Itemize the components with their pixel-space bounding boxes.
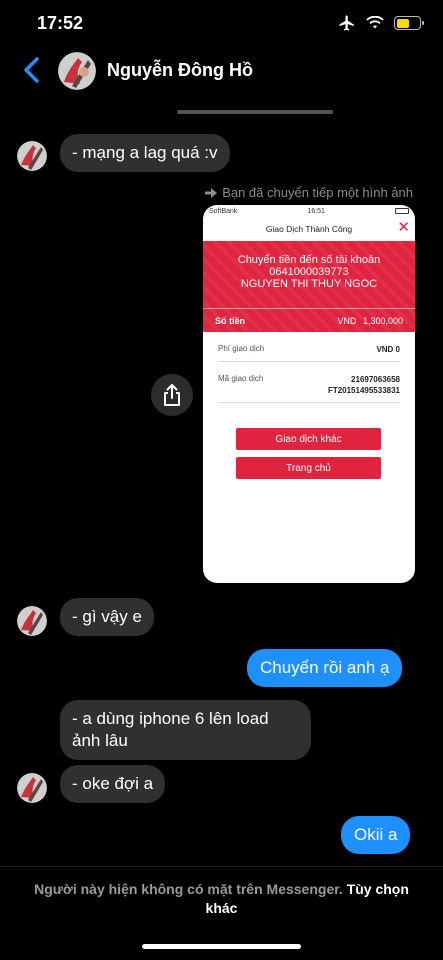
status-time: 17:52	[37, 13, 84, 33]
chat-header: Nguyễn Đông Hồ	[0, 48, 443, 94]
contact-avatar[interactable]	[58, 52, 96, 90]
status-icons	[338, 14, 424, 32]
close-icon: ✕	[397, 219, 410, 236]
transaction-code-row: Mã giao dịch 21697063658 FT2015149553383…	[218, 362, 400, 403]
message-bubble-outgoing[interactable]: Okii a	[341, 816, 411, 854]
message-bubble[interactable]: - mạng a lag quá :v	[60, 134, 230, 172]
image-title: Giao Dịch Thành Công	[265, 224, 353, 234]
image-status-carrier: SoftBank	[209, 207, 238, 215]
avatar[interactable]	[17, 141, 47, 171]
transfer-account: 0641000039773	[269, 266, 349, 278]
transaction-code-label: Mã giao dịch	[218, 374, 264, 383]
home-button: Trang chủ	[236, 457, 381, 479]
contact-name[interactable]: Nguyễn Đông Hồ	[107, 60, 253, 81]
forward-note-text: Bạn đã chuyển tiếp một hình ảnh	[222, 185, 413, 200]
amount-row: Số tiền VND 1,300,000	[203, 308, 415, 332]
share-icon	[164, 384, 180, 406]
fee-value: VND 0	[376, 345, 400, 354]
forward-note: Bạn đã chuyển tiếp một hình ảnh	[205, 185, 413, 200]
amount-value: 1,300,000	[362, 315, 403, 326]
transaction-code-2: FT20151495533831	[327, 386, 400, 395]
message-bubble[interactable]: - gì vậy e	[60, 598, 154, 636]
avatar[interactable]	[17, 773, 47, 803]
back-button[interactable]	[20, 56, 44, 84]
transfer-recipient: NGUYEN THI THUY NGOC	[240, 278, 378, 290]
message-bubble[interactable]: - a dùng iphone 6 lên load ảnh lâu	[60, 700, 311, 760]
unavailable-text: Người này hiện không có mặt trên Messeng…	[34, 881, 343, 897]
transaction-code-1: 21697063658	[351, 375, 400, 384]
message-bubble-outgoing[interactable]: Chuyển rồi anh ạ	[247, 649, 403, 687]
unavailable-notice: Người này hiện không có mặt trên Messeng…	[30, 880, 413, 918]
amount-label: Số tiền	[215, 315, 246, 326]
battery-icon	[394, 16, 424, 30]
status-bar: 17:52	[0, 0, 443, 48]
fee-row: Phí giao dịch VND 0	[218, 332, 400, 362]
home-indicator[interactable]	[142, 944, 301, 949]
message-bubble[interactable]: - oke đợi a	[60, 765, 166, 803]
transfer-banner: Chuyển tiền đến số tài khoản 06410000397…	[203, 241, 415, 332]
image-battery-icon	[394, 208, 409, 214]
wifi-icon	[366, 16, 384, 29]
footer-divider	[0, 866, 443, 867]
image-status-bar: SoftBank 16:51	[203, 205, 415, 217]
avatar[interactable]	[17, 606, 47, 636]
shared-image[interactable]: SoftBank 16:51 Giao Dịch Thành Công ✕ Ch…	[203, 205, 415, 583]
battery-level	[396, 18, 409, 28]
share-button[interactable]	[151, 374, 193, 416]
amount-currency: VND	[337, 315, 357, 326]
fee-label: Phí giao dịch	[218, 344, 265, 353]
forward-arrow-icon	[205, 187, 218, 198]
scroll-handle	[177, 110, 333, 114]
image-title-bar: Giao Dịch Thành Công ✕	[203, 217, 415, 241]
airplane-icon	[339, 15, 354, 31]
image-status-time: 16:51	[307, 207, 325, 215]
transfer-line-1: Chuyển tiền đến số tài khoản	[237, 254, 381, 266]
other-transaction-button: Giao dịch khác	[236, 428, 381, 450]
